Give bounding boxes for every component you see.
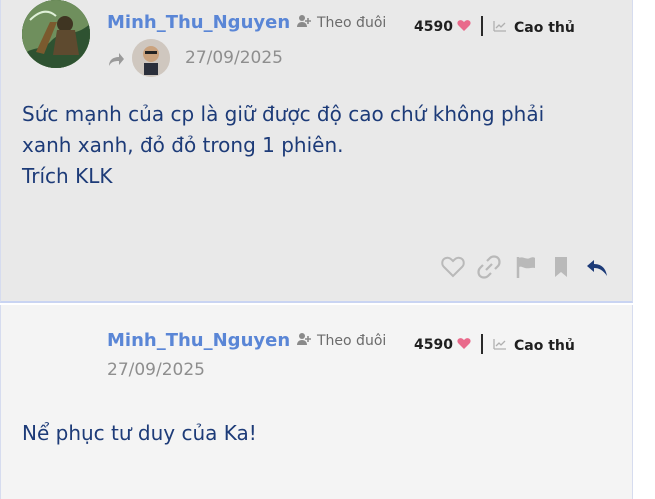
chart-icon [493,19,507,37]
follow-label: Theo đuôi [317,333,387,349]
score-value: 4590 [414,337,453,353]
score: 4590 [414,18,471,36]
follow-label: Theo đuôi [317,15,387,31]
rank-badge: Cao thủ [493,337,575,355]
content-line: xanh xanh, đỏ đỏ trong 1 phiên. [22,133,344,157]
rank-label: Cao thủ [514,338,575,354]
heart-outline-icon[interactable] [440,254,466,280]
add-user-icon [297,332,311,350]
score: 4590 [414,336,471,354]
content-line: Nể phục tư duy của Ka! [22,421,257,445]
rank-badge: Cao thủ [493,19,575,37]
post-actions [440,254,610,280]
heart-icon [457,336,471,354]
avatar[interactable] [22,0,90,68]
chart-icon [493,337,507,355]
post-date: 27/09/2025 [107,360,205,380]
post-date: 27/09/2025 [185,48,283,68]
add-user-icon [297,14,311,32]
bookmark-icon[interactable] [548,254,574,280]
username[interactable]: Minh_Thu_Nguyen [107,330,290,351]
post-content-1: Sức mạnh của cp là giữ được độ cao chứ k… [22,99,544,192]
link-icon[interactable] [476,254,502,280]
separator [481,334,483,354]
follow-button[interactable]: Theo đuôi [297,14,386,32]
content-line: Sức mạnh của cp là giữ được độ cao chứ k… [22,102,545,126]
flag-icon[interactable] [512,254,538,280]
quoted-avatar[interactable] [132,39,170,77]
share-arrow-icon [107,52,125,72]
follow-button[interactable]: Theo đuôi [297,332,386,350]
post-content-2: Nể phục tư duy của Ka! [22,418,257,449]
content-line: Trích KLK [22,164,113,188]
heart-icon [457,18,471,36]
username[interactable]: Minh_Thu_Nguyen [107,12,290,33]
score-value: 4590 [414,19,453,35]
rank-label: Cao thủ [514,20,575,36]
reply-icon[interactable] [584,254,610,280]
separator [481,16,483,36]
